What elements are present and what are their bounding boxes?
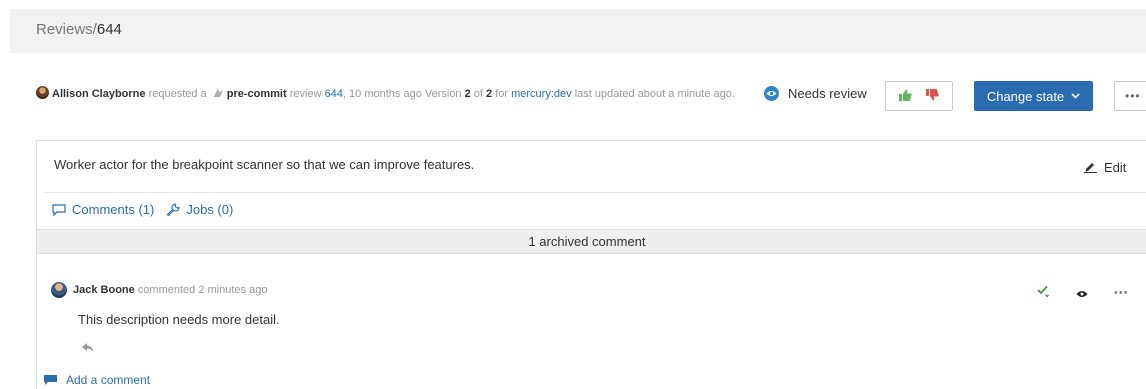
review-author[interactable]: Allison Clayborne [52,88,146,100]
breadcrumb-bar: Reviews/644 [10,9,1146,53]
meta-text: for [492,88,512,100]
resolve-check-icon[interactable] [1037,285,1050,301]
comment-more-button[interactable]: ••• [1114,287,1129,299]
meta-text: last updated about a minute ago. [571,88,735,100]
eye-icon[interactable] [1076,286,1088,301]
meta-text: review [286,88,325,100]
comment-icon [52,203,66,216]
add-comment-link[interactable]: Add a comment [44,373,150,387]
pencil-icon [1084,163,1097,173]
change-state-button[interactable]: Change state [974,81,1093,111]
comment-header: Jack Boone commented 2 minutes ago [51,282,267,298]
meta-text: , 10 months ago Version [342,88,465,100]
wrench-icon [167,202,180,216]
reply-icon[interactable] [82,340,94,355]
meta-text: of [470,88,487,100]
branch-link[interactable]: mercury:dev [511,88,572,100]
review-more-button[interactable]: ••• [1114,81,1146,111]
review-description: Worker actor for the breakpoint scanner … [54,157,475,172]
comment-actions: ••• [1037,285,1129,301]
avatar [51,282,67,298]
archived-comments-bar[interactable]: 1 archived comment [37,229,1146,254]
review-status: Needs review [764,86,867,101]
tab-comments[interactable]: Comments (1) [52,202,154,217]
comment-icon [44,374,57,385]
thumbs-down-icon[interactable] [926,88,939,104]
tab-jobs-label: Jobs (0) [186,202,234,217]
tab-bar: Comments (1) Jobs (0) [52,202,233,217]
tab-comments-label: Comments (1) [72,202,155,217]
change-state-label: Change state [986,88,1065,104]
thumbs-up-icon[interactable] [899,89,912,104]
chevron-down-icon [1071,93,1080,99]
review-panel: Worker actor for the breakpoint scanner … [36,140,1146,389]
archived-comments-label: 1 archived comment [528,234,646,249]
comment-body: This description needs more detail. [78,312,280,327]
tab-jobs[interactable]: Jobs (0) [166,202,233,217]
divider [45,192,1146,193]
vote-group [885,81,953,111]
add-comment-label: Add a comment [66,373,151,387]
edit-button[interactable]: Edit [1084,160,1126,175]
review-meta: Allison Clayborne requested a pre-commit… [36,85,736,104]
review-id-link[interactable]: 644 [325,88,343,100]
breadcrumb-section[interactable]: Reviews/ [36,21,97,38]
comment-meta: commented 2 minutes ago [134,284,268,296]
author-avatar [36,86,49,99]
status-label: Needs review [788,86,867,101]
review-type: pre-commit [226,88,287,100]
eye-icon [764,86,779,101]
comment-author[interactable]: Jack Boone [73,284,135,296]
meta-text: requested a [145,88,210,100]
more-icon: ••• [1125,89,1141,103]
breadcrumb-review-id: 644 [96,21,122,38]
pre-commit-icon [213,88,223,97]
breadcrumb: Reviews/644 [36,21,122,38]
edit-label: Edit [1104,160,1127,175]
